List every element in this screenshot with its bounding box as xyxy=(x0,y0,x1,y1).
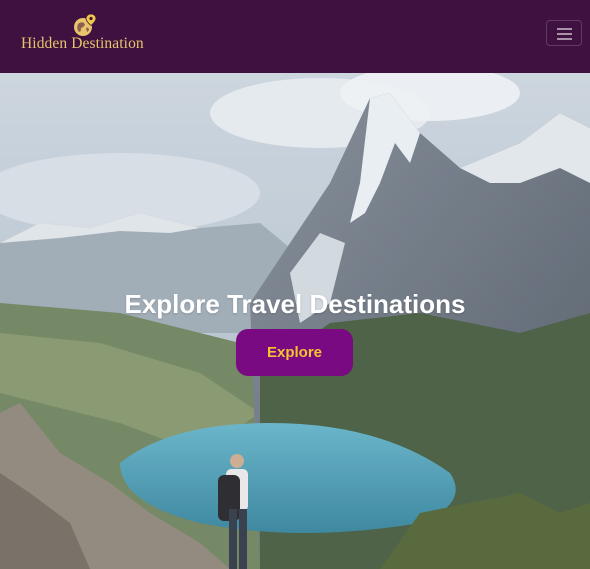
hero-section: Explore Travel Destinations Explore xyxy=(0,73,590,569)
hero-title: Explore Travel Destinations xyxy=(124,289,466,319)
explore-button[interactable]: Explore xyxy=(236,329,353,376)
brand-name: Hidden Destination xyxy=(21,35,144,52)
navbar-toggler-button[interactable] xyxy=(546,20,582,46)
brand-logo-link[interactable]: Hidden Destination xyxy=(21,13,151,54)
hero-background-image xyxy=(0,73,590,569)
navbar: Hidden Destination xyxy=(0,0,590,73)
